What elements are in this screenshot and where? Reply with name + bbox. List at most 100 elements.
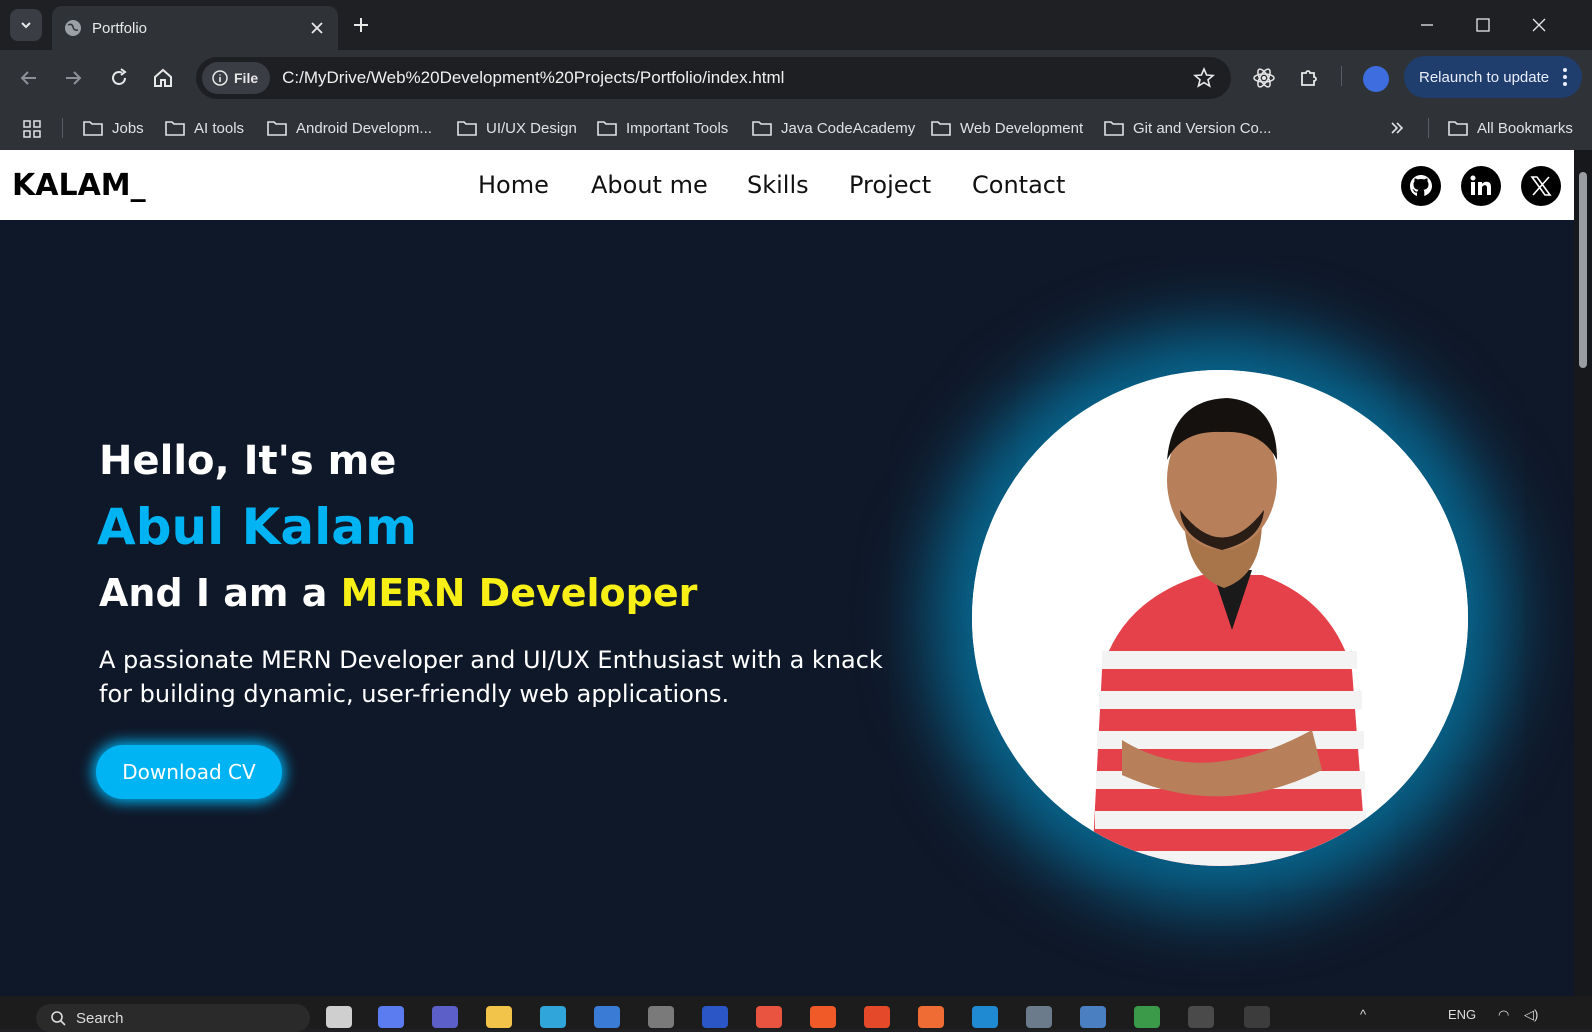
taskbar-terminal-icon[interactable] bbox=[1188, 1006, 1214, 1028]
taskbar-app-icon[interactable] bbox=[326, 1006, 352, 1028]
taskbar-vscode-icon[interactable] bbox=[972, 1006, 998, 1028]
hero-description: A passionate MERN Developer and UI/UX En… bbox=[99, 646, 883, 708]
maximize-button[interactable] bbox=[1455, 0, 1511, 50]
minimize-button[interactable] bbox=[1399, 0, 1455, 50]
relaunch-button[interactable]: Relaunch to update bbox=[1404, 56, 1582, 98]
hero-role: And I am a MERN Developer bbox=[99, 571, 697, 615]
bookmarks-bar: Jobs AI tools Android Developm... UI/UX … bbox=[0, 106, 1592, 150]
bookmark-label: Jobs bbox=[112, 119, 144, 137]
bookmark-folder-java[interactable]: Java CodeAcademy bbox=[752, 116, 915, 140]
taskbar-app-icon[interactable] bbox=[648, 1006, 674, 1028]
nav-skills[interactable]: Skills bbox=[747, 171, 809, 199]
bookmark-folder-web-dev[interactable]: Web Development bbox=[931, 116, 1083, 140]
apps-grid-icon[interactable] bbox=[23, 120, 41, 138]
react-devtools-icon[interactable] bbox=[1252, 66, 1276, 90]
site-info-label: File bbox=[234, 70, 259, 86]
x-icon bbox=[1530, 176, 1552, 196]
scrollbar-thumb[interactable] bbox=[1579, 172, 1587, 368]
close-icon[interactable] bbox=[308, 19, 326, 37]
tray-language[interactable]: ENG bbox=[1448, 1007, 1476, 1022]
forward-arrow-icon[interactable] bbox=[61, 66, 85, 90]
back-arrow-icon[interactable] bbox=[17, 66, 41, 90]
nav-home[interactable]: Home bbox=[478, 171, 549, 199]
taskbar-teams-icon[interactable] bbox=[432, 1006, 458, 1028]
tab-title: Portfolio bbox=[92, 19, 148, 37]
taskbar-search-placeholder: Search bbox=[76, 1009, 124, 1027]
folder-icon bbox=[931, 121, 951, 136]
nav-contact[interactable]: Contact bbox=[972, 171, 1065, 199]
minimize-icon bbox=[1421, 24, 1433, 26]
all-bookmarks-button[interactable]: All Bookmarks bbox=[1448, 116, 1573, 140]
taskbar-figma-icon[interactable] bbox=[756, 1006, 782, 1028]
reload-icon[interactable] bbox=[107, 66, 131, 90]
taskbar-store-icon[interactable] bbox=[594, 1006, 620, 1028]
info-icon bbox=[212, 70, 228, 86]
bookmark-folder-uiux[interactable]: UI/UX Design bbox=[457, 116, 577, 140]
hero-role-prefix: And I am a bbox=[99, 571, 328, 615]
bookmark-label: AI tools bbox=[194, 119, 245, 137]
bookmark-label: Java CodeAcademy bbox=[781, 119, 916, 137]
taskbar-app-icon[interactable] bbox=[378, 1006, 404, 1028]
tab-search-button[interactable] bbox=[10, 9, 42, 41]
bookmark-folder-ai-tools[interactable]: AI tools bbox=[165, 116, 244, 140]
taskbar-settings-icon[interactable] bbox=[1026, 1006, 1052, 1028]
close-icon bbox=[1532, 18, 1546, 32]
tab-portfolio[interactable]: Portfolio bbox=[52, 6, 338, 50]
hero-role-highlight: MERN Developer bbox=[340, 571, 698, 615]
tray-wifi-icon[interactable]: ◠ bbox=[1498, 1007, 1509, 1023]
taskbar-search[interactable]: Search bbox=[36, 1004, 310, 1032]
taskbar-postman-icon[interactable] bbox=[918, 1006, 944, 1028]
tray-volume-icon[interactable]: ◁) bbox=[1524, 1007, 1538, 1023]
github-icon bbox=[1410, 175, 1432, 196]
linkedin-icon bbox=[1470, 175, 1491, 195]
nav-about-me[interactable]: About me bbox=[591, 171, 708, 199]
taskbar-edge-icon[interactable] bbox=[540, 1006, 566, 1028]
bookmark-folder-git[interactable]: Git and Version Co... bbox=[1104, 116, 1271, 140]
profile-portrait-image bbox=[972, 370, 1468, 866]
folder-icon bbox=[597, 121, 617, 136]
browser-toolbar: File C:/MyDrive/Web%20Development%20Proj… bbox=[0, 50, 1592, 106]
tab-strip: Portfolio bbox=[0, 0, 1592, 50]
extensions-puzzle-icon[interactable] bbox=[1297, 66, 1321, 90]
profile-photo bbox=[972, 370, 1468, 866]
linkedin-link[interactable] bbox=[1461, 166, 1501, 206]
taskbar-app-icon[interactable] bbox=[864, 1006, 890, 1028]
taskbar-app-icon[interactable] bbox=[702, 1006, 728, 1028]
nav-project[interactable]: Project bbox=[849, 171, 931, 199]
portfolio-page: KALAM_ Home About me Skills Project Cont… bbox=[0, 150, 1574, 996]
windows-taskbar: Search ^ ENG ◠ ◁) bbox=[0, 996, 1592, 1032]
tray-chevron-up-icon[interactable]: ^ bbox=[1360, 1007, 1366, 1022]
bookmark-folder-important-tools[interactable]: Important Tools bbox=[597, 116, 728, 140]
bookmarks-divider bbox=[1428, 118, 1429, 138]
taskbar-folder-icon[interactable] bbox=[486, 1006, 512, 1028]
url-text[interactable]: C:/MyDrive/Web%20Development%20Projects/… bbox=[282, 68, 1193, 88]
folder-icon bbox=[267, 121, 287, 136]
folder-icon bbox=[1448, 121, 1468, 136]
bookmark-folder-jobs[interactable]: Jobs bbox=[83, 116, 144, 140]
chevron-double-right-icon[interactable] bbox=[1390, 121, 1404, 135]
site-logo[interactable]: KALAM_ bbox=[12, 168, 146, 203]
maximize-icon bbox=[1476, 18, 1490, 32]
github-link[interactable] bbox=[1401, 166, 1441, 206]
profile-avatar[interactable] bbox=[1363, 66, 1389, 92]
home-icon[interactable] bbox=[151, 66, 175, 90]
chevron-down-icon bbox=[21, 22, 31, 29]
taskbar-app-icon[interactable] bbox=[1080, 1006, 1106, 1028]
hero-greeting: Hello, It's me bbox=[99, 438, 397, 484]
site-info-chip[interactable]: File bbox=[202, 62, 271, 94]
folder-icon bbox=[1104, 121, 1124, 136]
download-cv-button[interactable]: Download CV bbox=[96, 745, 282, 799]
new-tab-icon[interactable] bbox=[350, 14, 372, 36]
taskbar-chrome-icon[interactable] bbox=[1244, 1006, 1270, 1028]
bookmark-label: Git and Version Co... bbox=[1133, 119, 1272, 137]
taskbar-mongodb-icon[interactable] bbox=[1134, 1006, 1160, 1028]
bookmark-label: Android Developm... bbox=[296, 119, 432, 137]
close-window-button[interactable] bbox=[1511, 0, 1567, 50]
taskbar-brave-icon[interactable] bbox=[810, 1006, 836, 1028]
bookmark-folder-android[interactable]: Android Developm... bbox=[267, 116, 432, 140]
x-twitter-link[interactable] bbox=[1521, 166, 1561, 206]
address-bar[interactable]: File C:/MyDrive/Web%20Development%20Proj… bbox=[196, 57, 1231, 99]
bookmark-star-icon[interactable] bbox=[1193, 67, 1215, 89]
hero-name: Abul Kalam bbox=[97, 498, 418, 556]
bookmark-label: UI/UX Design bbox=[486, 119, 577, 137]
